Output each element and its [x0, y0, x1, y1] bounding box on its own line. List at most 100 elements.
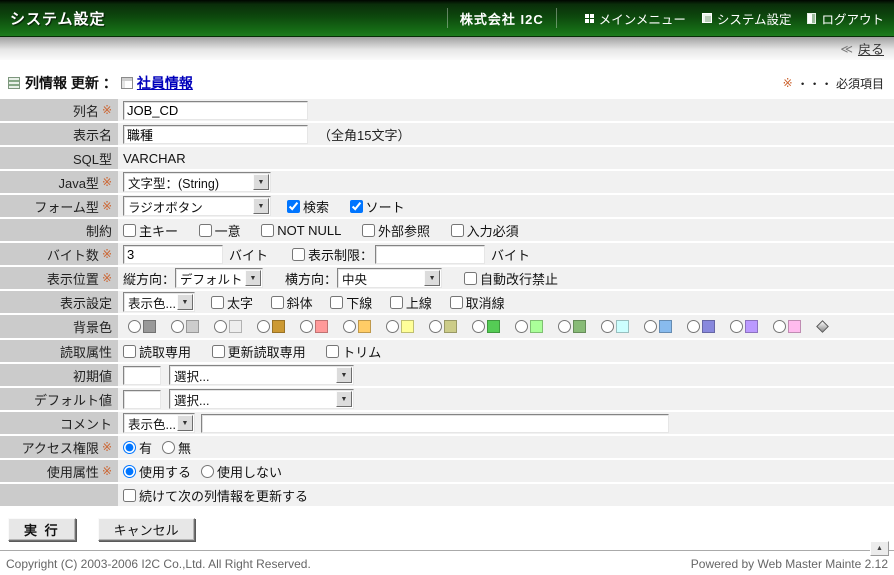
checkbox-option[interactable]: 上線: [390, 293, 432, 312]
checkbox[interactable]: [330, 296, 343, 309]
bgcolor-option[interactable]: [515, 320, 543, 333]
access-option-yes[interactable]: 有: [123, 438, 152, 457]
initval-input[interactable]: [123, 366, 161, 385]
bgcolor-radio[interactable]: [214, 320, 227, 333]
checkbox-option[interactable]: 外部参照: [362, 221, 430, 240]
menu-main-menu[interactable]: メインメニュー: [585, 9, 686, 28]
useattr-nouse-radio[interactable]: [201, 465, 214, 478]
checkbox[interactable]: [271, 296, 284, 309]
bgcolor-option[interactable]: [601, 320, 629, 333]
bgcolor-option[interactable]: [128, 320, 156, 333]
checkbox-option[interactable]: NOT NULL: [261, 223, 341, 238]
checkbox-option[interactable]: 下線: [330, 293, 372, 312]
checkbox[interactable]: [199, 224, 212, 237]
dispname-input[interactable]: [123, 125, 308, 144]
bgcolor-option[interactable]: [343, 320, 371, 333]
checkbox-option[interactable]: ソート: [350, 197, 405, 216]
bgcolor-radio[interactable]: [429, 320, 442, 333]
bgcolor-radio[interactable]: [128, 320, 141, 333]
bgcolor-option[interactable]: [644, 320, 672, 333]
custom-color-icon[interactable]: [816, 320, 829, 333]
bgcolor-radio[interactable]: [601, 320, 614, 333]
checkbox[interactable]: [123, 345, 136, 358]
colname-input[interactable]: [123, 101, 308, 120]
checkbox[interactable]: [123, 489, 136, 502]
access-yes-radio[interactable]: [123, 441, 136, 454]
bgcolor-option[interactable]: [558, 320, 586, 333]
bgcolor-radio[interactable]: [386, 320, 399, 333]
bgcolor-radio[interactable]: [472, 320, 485, 333]
bgcolor-option[interactable]: [300, 320, 328, 333]
initval-select[interactable]: 選択... ▼: [169, 365, 354, 385]
bgcolor-radio[interactable]: [300, 320, 313, 333]
defaultval-select[interactable]: 選択... ▼: [169, 389, 354, 409]
bgcolor-option[interactable]: [257, 320, 285, 333]
checkbox[interactable]: [362, 224, 375, 237]
checkbox-option[interactable]: 読取専用: [123, 342, 191, 361]
javatype-select[interactable]: 文字型：(String) ▼: [123, 172, 271, 192]
checkbox[interactable]: [123, 224, 136, 237]
checkbox-option[interactable]: 主キー: [123, 221, 178, 240]
checkbox[interactable]: [350, 200, 363, 213]
bytes-input[interactable]: [123, 245, 223, 264]
comment-color-select[interactable]: 表示色... ▼: [123, 413, 195, 433]
vertical-select[interactable]: デフォルト ▼: [175, 268, 263, 288]
checkbox-option[interactable]: 更新読取専用: [212, 342, 306, 361]
checkbox[interactable]: [326, 345, 339, 358]
bgcolor-radio[interactable]: [171, 320, 184, 333]
checkbox-option[interactable]: 入力必須: [451, 221, 519, 240]
bgcolor-option[interactable]: [472, 320, 500, 333]
checkbox[interactable]: [292, 248, 305, 261]
bgcolor-radio[interactable]: [257, 320, 270, 333]
bgcolor-radio[interactable]: [515, 320, 528, 333]
horizontal-select[interactable]: 中央 ▼: [337, 268, 442, 288]
checkbox[interactable]: [390, 296, 403, 309]
checkbox[interactable]: [464, 272, 477, 285]
checkbox-option[interactable]: トリム: [326, 342, 381, 361]
back-link[interactable]: 戻る: [858, 39, 884, 58]
access-option-no[interactable]: 無: [162, 438, 191, 457]
checkbox[interactable]: [450, 296, 463, 309]
checkbox-option[interactable]: 検索: [287, 197, 329, 216]
bgcolor-radio[interactable]: [773, 320, 786, 333]
execute-button[interactable]: 実 行: [8, 518, 76, 541]
scroll-top-button[interactable]: ▲: [870, 541, 889, 556]
bgcolor-option[interactable]: [730, 320, 758, 333]
bgcolor-radio[interactable]: [343, 320, 356, 333]
checkbox[interactable]: [261, 224, 274, 237]
checkbox-option[interactable]: 一意: [199, 221, 241, 240]
bgcolor-radio[interactable]: [644, 320, 657, 333]
bgcolor-option[interactable]: [171, 320, 199, 333]
cancel-button[interactable]: キャンセル: [98, 518, 195, 541]
bgcolor-radio[interactable]: [558, 320, 571, 333]
bgcolor-radio[interactable]: [730, 320, 743, 333]
bgcolor-radio[interactable]: [687, 320, 700, 333]
bgcolor-option[interactable]: [386, 320, 414, 333]
checkbox[interactable]: [451, 224, 464, 237]
nowrap-check[interactable]: 自動改行禁止: [464, 269, 558, 288]
checkbox-option[interactable]: 太字: [211, 293, 253, 312]
bgcolor-option[interactable]: [687, 320, 715, 333]
checkbox-option[interactable]: 取消線: [450, 293, 505, 312]
checkbox[interactable]: [287, 200, 300, 213]
bgcolor-option[interactable]: [214, 320, 242, 333]
menu-logout[interactable]: ログアウト: [807, 9, 884, 28]
useattr-use-radio[interactable]: [123, 465, 136, 478]
defaultval-input[interactable]: [123, 390, 161, 409]
bgcolor-option[interactable]: [773, 320, 801, 333]
checkbox[interactable]: [211, 296, 224, 309]
checkbox-option[interactable]: 斜体: [271, 293, 313, 312]
formtype-select[interactable]: ラジオボタン ▼: [123, 196, 271, 216]
display-limit-check[interactable]: 表示制限：: [292, 245, 373, 264]
menu-system-settings[interactable]: システム設定: [702, 9, 792, 28]
continue-check[interactable]: 続けて次の列情報を更新する: [123, 486, 308, 505]
display-limit-input[interactable]: [375, 245, 485, 264]
access-no-radio[interactable]: [162, 441, 175, 454]
table-link[interactable]: 社員情報: [137, 73, 193, 93]
comment-input[interactable]: [201, 414, 669, 433]
dispcolor-select[interactable]: 表示色... ▼: [123, 292, 195, 312]
bgcolor-option[interactable]: [429, 320, 457, 333]
useattr-option-use[interactable]: 使用する: [123, 462, 191, 481]
checkbox[interactable]: [212, 345, 225, 358]
useattr-option-nouse[interactable]: 使用しない: [201, 462, 282, 481]
